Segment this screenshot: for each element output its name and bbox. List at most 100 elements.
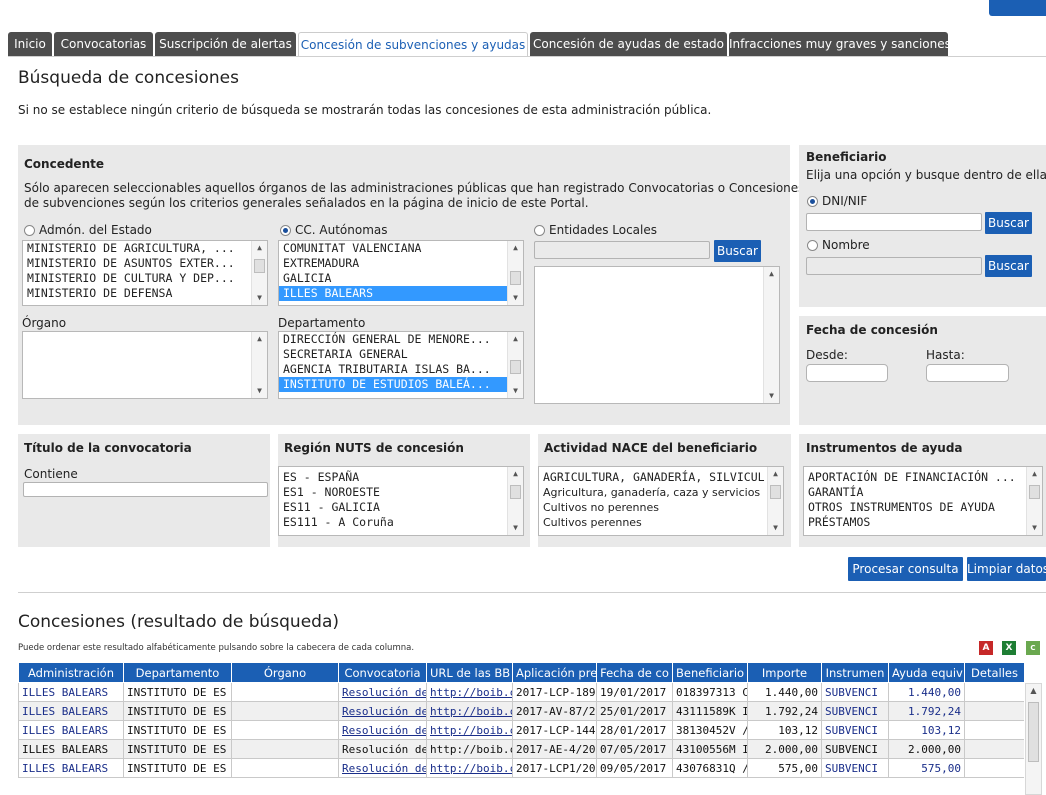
list-item[interactable]: MINISTERIO DE CULTURA Y DEP... (23, 271, 267, 286)
cell-convocatoria-link[interactable]: Resolución de l (338, 720, 427, 740)
csv-icon[interactable]: C (1026, 641, 1040, 655)
instrumentos-list[interactable]: APORTACIÓN DE FINANCIACIÓN ... GARANTÍA … (803, 466, 1043, 536)
list-item[interactable]: EXTREMADURA (279, 256, 523, 271)
tab-concesion-subvenciones[interactable]: Concesión de subvenciones y ayudas (298, 32, 528, 57)
nombre-input[interactable] (806, 257, 982, 275)
list-item-selected[interactable]: INSTITUTO DE ESTUDIOS BALEÁ... (279, 377, 523, 392)
tab-suscripcion-alertas[interactable]: Suscripción de alertas (155, 32, 296, 57)
list-item[interactable]: ES1 - NOROESTE (279, 485, 523, 500)
scroll-thumb[interactable] (1029, 485, 1040, 499)
tab-infracciones[interactable]: Infracciones muy graves y sanciones (729, 32, 948, 57)
scroll-thumb[interactable] (510, 271, 521, 285)
column-header[interactable]: Departamento (123, 662, 232, 683)
tab-concesion-ayudas-estado[interactable]: Concesión de ayudas de estado (530, 32, 727, 57)
scroll-down-icon[interactable]: ▼ (768, 521, 783, 535)
list-item[interactable]: Agricultura, ganadería, caza y servicios (539, 485, 783, 500)
scrollbar[interactable]: ▲ ▼ (507, 332, 523, 398)
nombre-search-button[interactable]: Buscar (985, 255, 1032, 277)
column-header[interactable]: Convocatoria (338, 662, 427, 683)
scrollbar[interactable]: ▲ ▼ (1026, 467, 1042, 535)
list-item[interactable]: MINISTERIO DE AGRICULTURA, ... (23, 241, 267, 256)
scroll-up-icon[interactable]: ▲ (1026, 684, 1041, 698)
scrollbar[interactable]: ▲ ▼ (507, 467, 523, 535)
cell-url-bases-link[interactable]: http://boib.cai (426, 720, 513, 740)
scroll-down-icon[interactable]: ▼ (252, 384, 267, 398)
pdf-icon[interactable]: A (979, 641, 993, 655)
list-item[interactable]: ES11 - GALICIA (279, 500, 523, 515)
cell-convocatoria-link[interactable]: Resolución de l (338, 739, 427, 759)
scroll-up-icon[interactable]: ▲ (252, 241, 267, 255)
help-button[interactable] (989, 0, 1046, 16)
dni-nif-input[interactable] (806, 213, 982, 231)
scrollbar[interactable]: ▲ ▼ (767, 467, 783, 535)
cell-url-bases-link[interactable]: http://boib.cai (426, 682, 513, 702)
entidades-locales-input[interactable] (534, 241, 710, 259)
scroll-up-icon[interactable]: ▲ (1027, 467, 1042, 481)
hasta-input[interactable] (926, 364, 1009, 382)
table-row[interactable]: ILLES BALEARS INSTITUTO DE ES Resolución… (18, 720, 1024, 740)
table-row[interactable]: ILLES BALEARS INSTITUTO DE ES Resolución… (18, 682, 1024, 702)
radio-cc-autonomas[interactable] (280, 225, 291, 236)
radio-entidades-locales[interactable] (534, 225, 545, 236)
scroll-up-icon[interactable]: ▲ (508, 332, 523, 346)
list-item[interactable]: GALICIA (279, 271, 523, 286)
limpiar-datos-button[interactable]: Limpiar datos (967, 557, 1046, 581)
table-row[interactable]: ILLES BALEARS INSTITUTO DE ES Resolución… (18, 758, 1024, 778)
scroll-down-icon[interactable]: ▼ (508, 291, 523, 305)
region-list[interactable]: ES - ESPAÑA ES1 - NOROESTE ES11 - GALICI… (278, 466, 524, 536)
actividad-list[interactable]: AGRICULTURA, GANADERÍA, SILVICUL Agricul… (538, 466, 784, 536)
cell-url-bases-link[interactable]: http://boib.cai (426, 701, 513, 721)
cell-url-bases-link[interactable]: http://boib.cai (426, 739, 513, 759)
dni-search-button[interactable]: Buscar (985, 212, 1032, 234)
cell-detalles[interactable] (964, 701, 1024, 721)
scroll-thumb[interactable] (770, 485, 781, 499)
column-header[interactable]: Órgano (231, 662, 339, 683)
cell-detalles[interactable] (964, 682, 1024, 702)
cell-detalles[interactable] (964, 739, 1024, 759)
column-header[interactable]: Importe (747, 662, 822, 683)
scroll-down-icon[interactable]: ▼ (508, 521, 523, 535)
radio-admon-estado[interactable] (24, 225, 35, 236)
column-header[interactable]: Fecha de co (596, 662, 673, 683)
list-item[interactable]: OTROS INSTRUMENTOS DE AYUDA (804, 500, 1042, 515)
admon-estado-list[interactable]: MINISTERIO DE AGRICULTURA, ... MINISTERI… (22, 240, 268, 306)
scrollbar[interactable]: ▲ ▼ (507, 241, 523, 305)
scroll-thumb[interactable] (510, 485, 521, 499)
cell-detalles[interactable] (964, 758, 1024, 778)
scroll-up-icon[interactable]: ▲ (508, 241, 523, 255)
list-item[interactable]: DIRECCIÓN GENERAL DE MENORE... (279, 332, 523, 347)
list-item[interactable]: Cultivos perennes (539, 515, 783, 530)
scroll-down-icon[interactable]: ▼ (1027, 521, 1042, 535)
list-item-selected[interactable]: ILLES BALEARS (279, 286, 523, 301)
list-item[interactable]: PRÉSTAMOS (804, 515, 1042, 530)
column-header[interactable]: Administración (18, 662, 124, 683)
scroll-up-icon[interactable]: ▲ (252, 332, 267, 346)
cc-autonomas-list[interactable]: COMUNITAT VALENCIANA EXTREMADURA GALICIA… (278, 240, 524, 306)
table-row[interactable]: ILLES BALEARS INSTITUTO DE ES Resolución… (18, 739, 1024, 759)
column-header[interactable]: URL de las BB (426, 662, 513, 683)
list-item[interactable]: ES111 - A Coruña (279, 515, 523, 530)
tab-inicio[interactable]: Inicio (8, 32, 52, 57)
column-header[interactable]: Detalles (964, 662, 1024, 683)
list-item[interactable]: MINISTERIO DE DEFENSA (23, 286, 267, 301)
list-item[interactable]: Cultivos no perennes (539, 500, 783, 515)
scroll-down-icon[interactable]: ▼ (764, 389, 779, 403)
radio-nombre[interactable] (807, 240, 818, 251)
scroll-thumb[interactable] (1028, 702, 1039, 762)
entidades-locales-search-button[interactable]: Buscar (714, 240, 761, 262)
scroll-up-icon[interactable]: ▲ (764, 267, 779, 281)
cell-convocatoria-link[interactable]: Resolución de l (338, 682, 427, 702)
list-item[interactable]: ES - ESPAÑA (279, 470, 523, 485)
scroll-thumb[interactable] (510, 360, 521, 374)
list-item[interactable]: AGRICULTURA, GANADERÍA, SILVICUL (539, 470, 783, 485)
cell-convocatoria-link[interactable]: Resolución de l (338, 758, 427, 778)
column-header[interactable]: Instrumen (821, 662, 889, 683)
tab-convocatorias[interactable]: Convocatorias (54, 32, 153, 57)
list-item[interactable]: APORTACIÓN DE FINANCIACIÓN ... (804, 470, 1042, 485)
organo-list[interactable]: ▲ ▼ (22, 331, 268, 399)
procesar-consulta-button[interactable]: Procesar consulta (848, 557, 963, 581)
list-item[interactable]: AGENCIA TRIBUTARIA ISLAS BA... (279, 362, 523, 377)
radio-dni-nif[interactable] (807, 196, 818, 207)
column-header[interactable]: Ayuda equiv (888, 662, 965, 683)
desde-input[interactable] (806, 364, 888, 382)
